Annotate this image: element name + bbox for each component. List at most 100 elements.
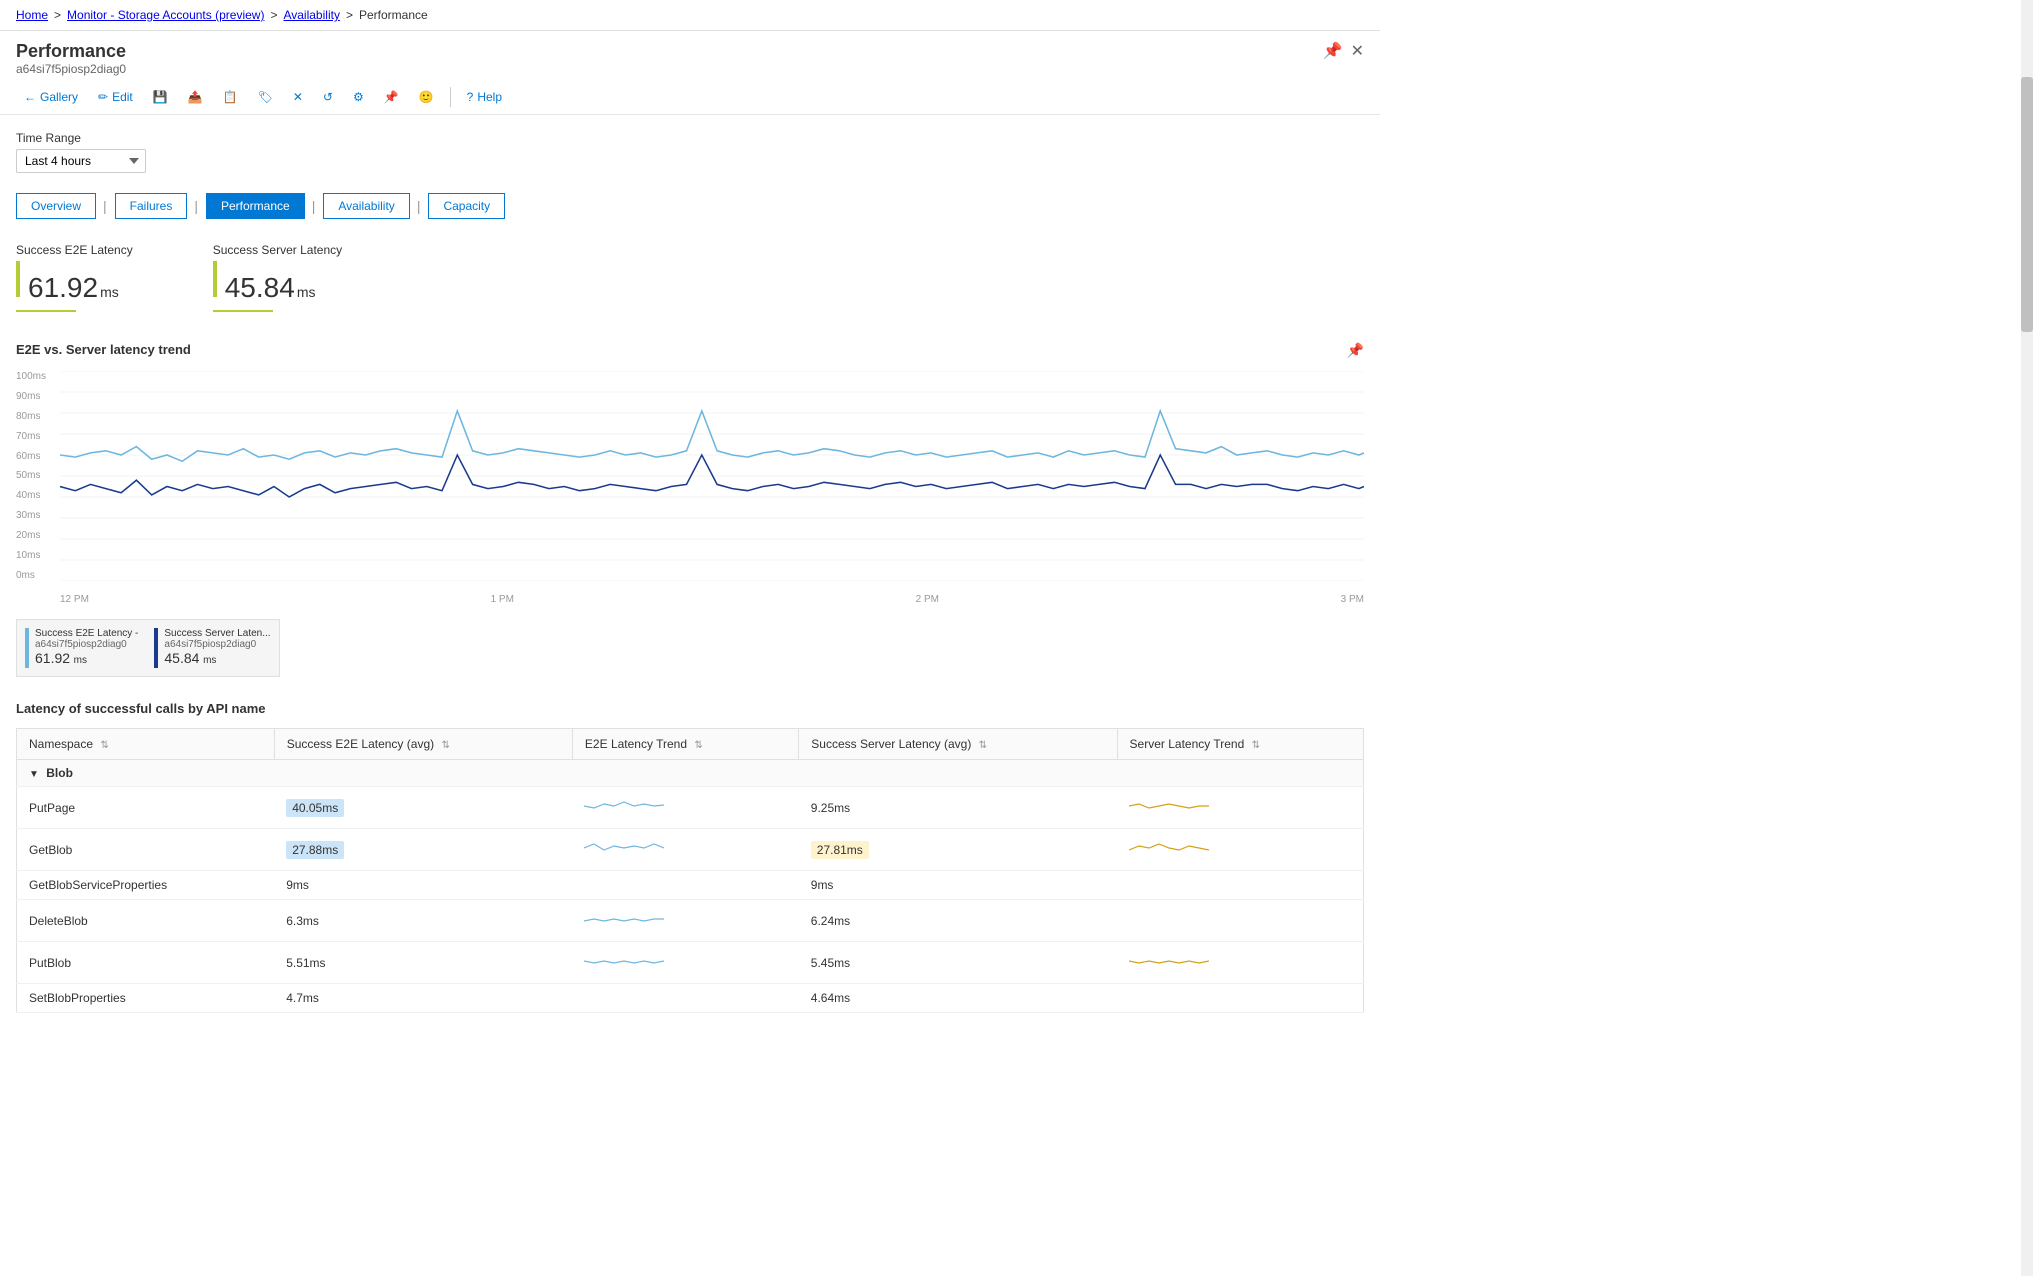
y-20: 20ms: [16, 530, 58, 541]
x-axis: 12 PM 1 PM 2 PM 3 PM: [60, 587, 1364, 611]
chart-legend: Success E2E Latency - a64si7f5piosp2diag…: [16, 619, 280, 677]
col-server-latency[interactable]: Success Server Latency (avg) ⇅: [799, 729, 1117, 760]
col-e2e-trend[interactable]: E2E Latency Trend ⇅: [572, 729, 798, 760]
time-range-select[interactable]: Last 4 hours Last 1 hour Last 12 hours L…: [16, 149, 146, 173]
page-subtitle: a64si7f5piosp2diag0: [16, 62, 126, 76]
cell-e2e-trend-putpage: [572, 787, 798, 829]
e2e-highlight-putpage: 40.05ms: [286, 799, 344, 817]
legend-e2e-name: Success E2E Latency -: [35, 628, 138, 639]
cell-e2e-deleteblob: 6.3ms: [274, 900, 572, 942]
e2e-latency-metric: Success E2E Latency 61.92 ms: [16, 243, 133, 312]
cell-server-getblobservice: 9ms: [799, 871, 1117, 900]
cell-namespace-setblobprops: SetBlobProperties: [17, 984, 275, 1013]
legend-server-color: [154, 628, 158, 668]
cell-e2e-putblob: 5.51ms: [274, 942, 572, 984]
header-actions: 📌 ✕: [1323, 41, 1364, 61]
tag-button[interactable]: 🏷: [250, 86, 281, 108]
y-80: 80ms: [16, 411, 58, 422]
legend-server-unit: ms: [203, 655, 216, 666]
emoji-button[interactable]: 🙂: [411, 86, 442, 108]
cell-server-putpage: 9.25ms: [799, 787, 1117, 829]
tab-performance[interactable]: Performance: [206, 193, 305, 219]
server-bar: [213, 261, 217, 297]
tab-overview[interactable]: Overview: [16, 193, 96, 219]
y-100: 100ms: [16, 371, 58, 382]
gallery-button[interactable]: ← Gallery: [16, 86, 86, 108]
cell-server-trend-putpage: [1117, 787, 1363, 829]
table-row: DeleteBlob 6.3ms 6.24ms: [17, 900, 1364, 942]
legend-server-value: 45.84: [164, 650, 199, 666]
save-icon: 💾: [153, 90, 168, 104]
e2e-highlight-getblob: 27.88ms: [286, 841, 344, 859]
sparkline-server-putblob: [1129, 949, 1209, 973]
save-button[interactable]: 💾: [145, 86, 176, 108]
close-icon[interactable]: ✕: [1351, 41, 1364, 61]
col-e2e-latency[interactable]: Success E2E Latency (avg) ⇅: [274, 729, 572, 760]
pin-toolbar-button[interactable]: 📌: [376, 86, 407, 108]
edit-icon: ✏: [98, 90, 108, 104]
table-row: PutBlob 5.51ms 5.45ms: [17, 942, 1364, 984]
group-name-blob: Blob: [46, 766, 73, 780]
server-unit: ms: [297, 284, 316, 300]
help-button[interactable]: ? Help: [459, 86, 510, 108]
edit-button[interactable]: ✏ Edit: [90, 86, 141, 108]
breadcrumb-monitor[interactable]: Monitor - Storage Accounts (preview): [67, 8, 264, 22]
toolbar: ← Gallery ✏ Edit 💾 📤 📋 🏷 ✕ ↺ ⚙ 📌: [0, 80, 1380, 115]
breadcrumb-availability[interactable]: Availability: [283, 8, 339, 22]
chart-container: 100ms 90ms 80ms 70ms 60ms 50ms 40ms 30ms…: [16, 371, 1364, 611]
tab-availability[interactable]: Availability: [323, 193, 409, 219]
sort-namespace: ⇅: [100, 740, 108, 751]
time-range-section: Time Range Last 4 hours Last 1 hour Last…: [16, 131, 1364, 173]
table-section: Latency of successful calls by API name …: [16, 701, 1364, 1013]
legend-server: Success Server Laten... a64si7f5piosp2di…: [154, 628, 270, 668]
col-namespace[interactable]: Namespace ⇅: [17, 729, 275, 760]
cell-server-setblobprops: 4.64ms: [799, 984, 1117, 1013]
y-50: 50ms: [16, 470, 58, 481]
server-value: 45.84: [225, 272, 295, 304]
share-button[interactable]: 📋: [215, 86, 246, 108]
settings-button[interactable]: ⚙: [345, 86, 372, 108]
e2e-bar: [16, 261, 20, 297]
tab-capacity[interactable]: Capacity: [428, 193, 505, 219]
server-latency-metric: Success Server Latency 45.84 ms: [213, 243, 342, 312]
close-button[interactable]: ✕: [285, 86, 311, 108]
cell-server-trend-getblobservice: [1117, 871, 1363, 900]
cell-namespace-getblob: GetBlob: [17, 829, 275, 871]
table-row: GetBlob 27.88ms 27.81ms: [17, 829, 1364, 871]
e2e-value: 61.92: [28, 272, 98, 304]
legend-server-name: Success Server Laten...: [164, 628, 270, 639]
cell-server-getblob: 27.81ms: [799, 829, 1117, 871]
breadcrumb: Home > Monitor - Storage Accounts (previ…: [0, 0, 1380, 31]
x-icon: ✕: [293, 90, 303, 104]
page-title: Performance: [16, 41, 126, 62]
upload-icon: 📤: [188, 90, 203, 104]
x-2pm: 2 PM: [916, 594, 939, 605]
chart-pin-icon[interactable]: 📌: [1347, 342, 1364, 359]
refresh-button[interactable]: ↺: [315, 86, 341, 108]
e2e-underline: [16, 310, 76, 312]
breadcrumb-home[interactable]: Home: [16, 8, 48, 22]
breadcrumb-current: Performance: [359, 8, 428, 22]
group-arrow-blob[interactable]: ▼: [29, 769, 39, 780]
pin-icon[interactable]: 📌: [1323, 41, 1343, 61]
sparkline-server-putpage: [1129, 794, 1209, 818]
cell-e2e-getblobservice: 9ms: [274, 871, 572, 900]
upload-button[interactable]: 📤: [180, 86, 211, 108]
chart-title-row: E2E vs. Server latency trend 📌: [16, 342, 1364, 359]
y-40: 40ms: [16, 490, 58, 501]
e2e-latency-label: Success E2E Latency: [16, 243, 133, 257]
sort-server-trend: ⇅: [1252, 740, 1260, 751]
cell-e2e-trend-getblob: [572, 829, 798, 871]
tab-failures[interactable]: Failures: [115, 193, 188, 219]
col-server-trend[interactable]: Server Latency Trend ⇅: [1117, 729, 1363, 760]
sort-e2e: ⇅: [441, 740, 449, 751]
x-12pm: 12 PM: [60, 594, 89, 605]
question-icon: ?: [467, 90, 474, 104]
latency-table: Namespace ⇅ Success E2E Latency (avg) ⇅ …: [16, 728, 1364, 1013]
e2e-line: [60, 411, 1364, 461]
y-axis: 100ms 90ms 80ms 70ms 60ms 50ms 40ms 30ms…: [16, 371, 58, 581]
y-30: 30ms: [16, 510, 58, 521]
settings-icon: ⚙: [353, 90, 364, 104]
metrics-row: Success E2E Latency 61.92 ms Success Ser…: [16, 243, 1364, 312]
cell-server-deleteblob: 6.24ms: [799, 900, 1117, 942]
